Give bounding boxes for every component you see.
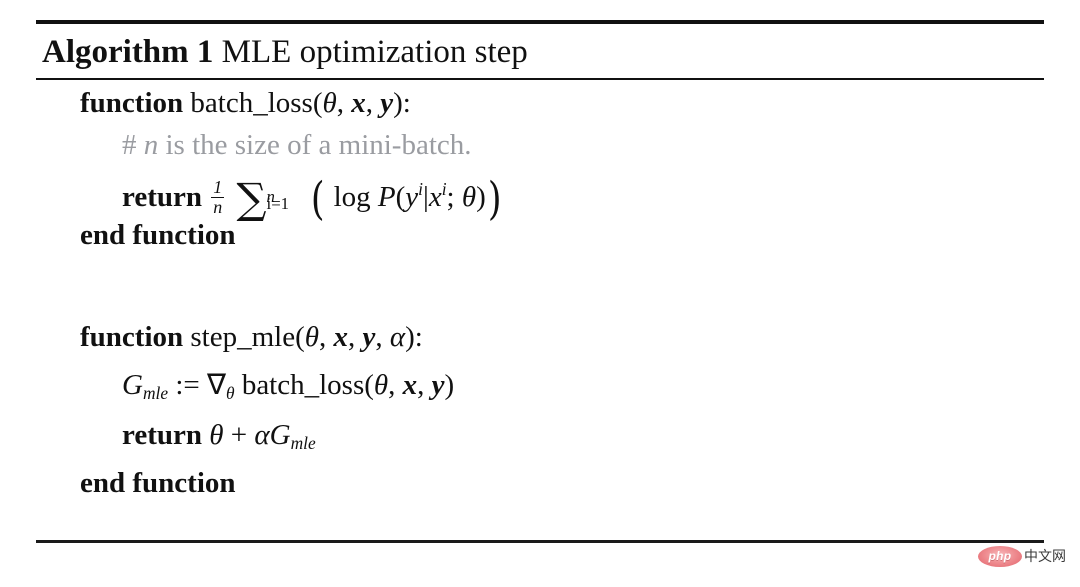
arg3-y: y <box>431 369 445 401</box>
paren-open-4: ( <box>364 369 374 401</box>
line-fn1-return: return 1 n ∑ n i=1 ( log P(yi|xi; θ)) <box>122 171 503 225</box>
line-fn2-end: end function <box>80 467 236 499</box>
paren-open-2: ( <box>395 180 406 213</box>
line-fn1-signature: function batch_loss(θ, x, y): <box>80 86 411 120</box>
comma-5: , <box>375 321 383 353</box>
nabla-icon: ∇ <box>207 368 227 401</box>
fn1-name-ref: batch_loss <box>241 369 365 401</box>
line-fn2-return: return θ + αGmle <box>122 418 316 460</box>
arg2-theta: θ <box>304 321 320 353</box>
arg2-y: y <box>362 321 376 353</box>
comma-6: , <box>388 369 396 401</box>
subscript-mle-2: mle <box>290 432 316 453</box>
fn2-name: step_mle <box>190 321 296 353</box>
line-fn1-comment: # n is the size of a mini-batch. <box>122 128 472 162</box>
return-alpha: α <box>254 419 270 451</box>
arg2-alpha: α <box>389 321 406 353</box>
hash-symbol: # <box>122 129 137 161</box>
plus-operator: + <box>230 419 248 451</box>
arg3-x: x <box>402 369 418 401</box>
nabla-subscript-theta: θ <box>226 382 235 403</box>
line-fn1-end: end function <box>80 219 236 251</box>
arg-theta: θ <box>322 87 337 119</box>
var-x: x <box>428 180 442 213</box>
big-paren-close: ) <box>487 171 502 225</box>
keyword-function: function <box>80 87 184 119</box>
fraction-one-over-n: 1 n <box>211 177 225 218</box>
keyword-return-2: return <box>122 419 203 451</box>
paren-close-2: ) <box>476 180 486 213</box>
rule-bottom <box>36 540 1044 543</box>
return-G: G <box>269 419 291 451</box>
fn1-name: batch_loss <box>190 87 313 119</box>
comma-4: , <box>348 321 356 353</box>
fraction-numerator: 1 <box>213 177 223 198</box>
algorithm-block: Algorithm 1 MLE optimization step functi… <box>36 20 1044 565</box>
paren-open: ( <box>312 87 323 119</box>
arg2-x: x <box>333 321 349 353</box>
log-operator: log <box>333 180 371 213</box>
watermark-site-text: 中文网 <box>1024 549 1066 565</box>
comma-2: , <box>365 87 373 119</box>
line-fn2-assign: Gmle := ∇θ batch_loss(θ, x, y) <box>122 368 454 410</box>
comma-1: , <box>336 87 344 119</box>
comment-var-n: n <box>143 129 159 161</box>
sigma-glyph: ∑ <box>236 173 267 223</box>
comma-7: , <box>417 369 425 401</box>
probability-P: P <box>377 180 396 213</box>
keyword-return: return <box>122 180 203 213</box>
line-fn2-signature: function step_mle(θ, x, y, α): <box>80 320 423 354</box>
algorithm-title: Algorithm 1 MLE optimization step <box>36 24 1044 78</box>
comma-3: , <box>319 321 327 353</box>
paren-open-3: ( <box>295 321 305 353</box>
algorithm-name: MLE optimization step <box>221 34 528 70</box>
sum-lower-limit: i=1 <box>266 193 290 213</box>
colon-2: : <box>414 321 423 353</box>
assign-operator: := <box>175 369 200 401</box>
colon-1: : <box>402 87 411 119</box>
return-theta: θ <box>209 419 224 451</box>
var-theta: θ <box>461 180 477 213</box>
paren-close-3: ) <box>405 321 415 353</box>
subscript-mle-1: mle <box>142 382 169 403</box>
arg-y: y <box>380 87 394 119</box>
algorithm-body: function batch_loss(θ, x, y): # n is the… <box>36 80 1044 540</box>
var-y: y <box>405 180 419 213</box>
arg3-theta: θ <box>373 369 389 401</box>
semicolon: ; <box>446 180 455 213</box>
summation-symbol: ∑ n i=1 <box>237 177 290 219</box>
comment-text: is the size of a mini-batch. <box>165 129 472 161</box>
big-paren-open: ( <box>310 171 325 225</box>
keyword-function-2: function <box>80 321 184 353</box>
fraction-denominator: n <box>211 197 225 218</box>
paren-close: ) <box>393 87 403 119</box>
algorithm-number: 1 <box>196 34 214 70</box>
algorithm-keyword: Algorithm <box>42 34 189 70</box>
paren-close-4: ) <box>444 369 455 401</box>
php-logo-icon: php <box>978 545 1022 567</box>
watermark: php 中文网 <box>978 544 1066 568</box>
var-G: G <box>122 369 143 401</box>
arg-x: x <box>351 87 366 119</box>
